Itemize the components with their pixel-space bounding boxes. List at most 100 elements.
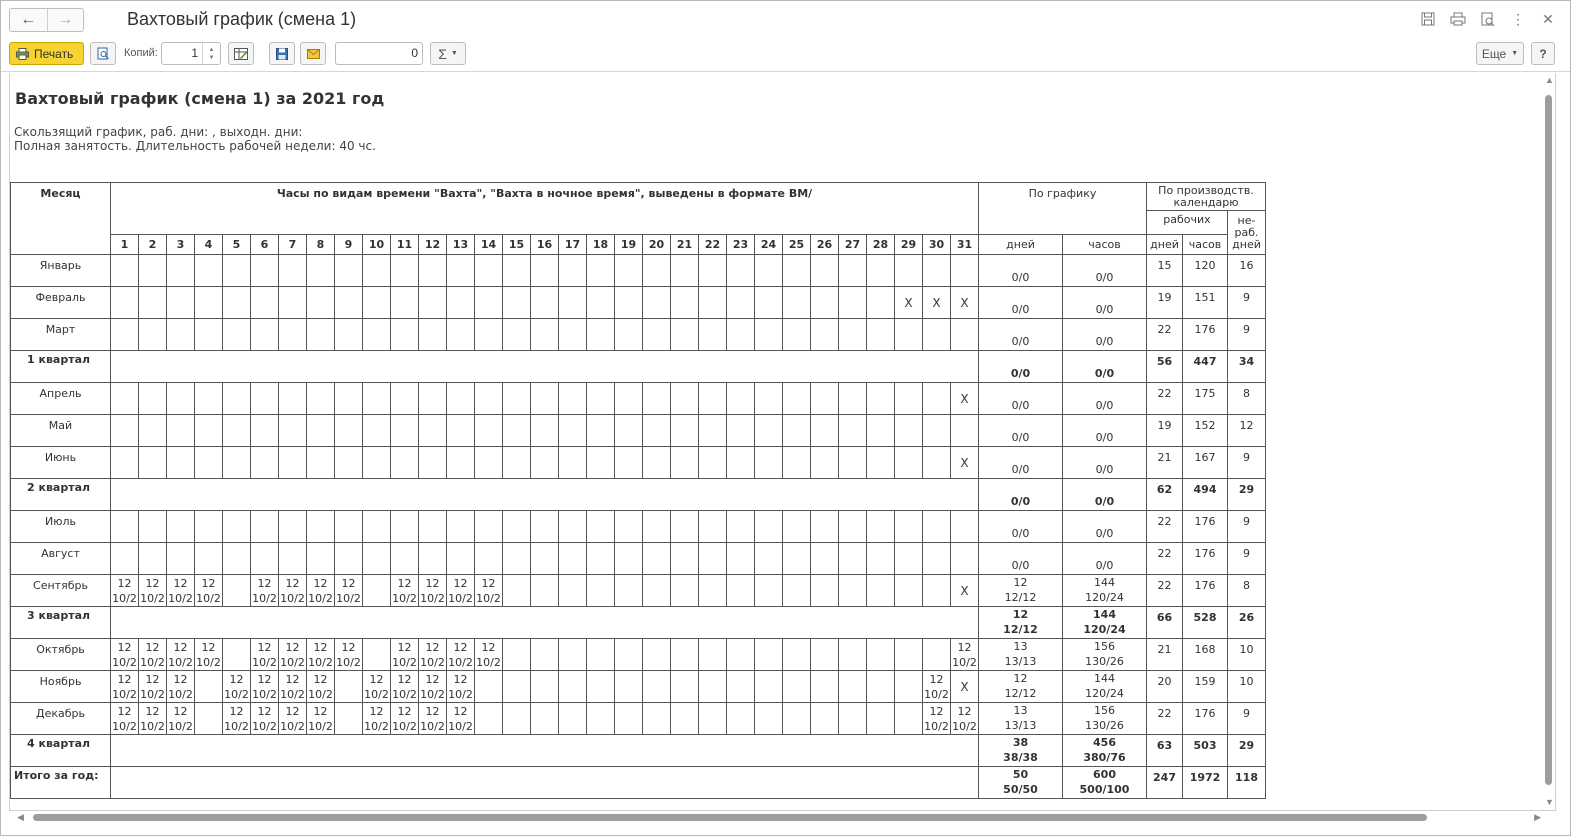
- scroll-left-icon[interactable]: ◀: [17, 812, 24, 823]
- preview-button[interactable]: [90, 42, 116, 65]
- day-cell: [362, 574, 391, 607]
- copies-input[interactable]: 1 ▲ ▼: [161, 42, 221, 65]
- save-button[interactable]: [269, 42, 295, 65]
- header-day-number: 29: [894, 234, 923, 255]
- stepper-up-icon[interactable]: ▲: [209, 46, 215, 54]
- day-cell: [390, 510, 419, 543]
- send-email-button[interactable]: [300, 42, 326, 65]
- calendar-days-cell: 19: [1146, 414, 1183, 447]
- day-cell: [222, 318, 251, 351]
- schedule-description: Скользящий график, раб. дни: , выходн. д…: [14, 125, 303, 139]
- day-cell: [138, 542, 167, 575]
- day-cell: [698, 670, 727, 703]
- day-cell: [306, 382, 335, 415]
- day-cell: 12 10/2: [334, 638, 363, 671]
- day-cell: [362, 542, 391, 575]
- copies-stepper[interactable]: ▲ ▼: [202, 43, 220, 64]
- day-cell: [838, 318, 867, 351]
- day-cell: [698, 318, 727, 351]
- sum-field[interactable]: 0: [335, 42, 423, 65]
- save-icon[interactable]: [1420, 10, 1436, 28]
- row-label: Апрель: [10, 382, 111, 415]
- day-cell: [194, 510, 223, 543]
- header-day-number: 11: [390, 234, 419, 255]
- vertical-scrollbar[interactable]: ▲ ▼: [1542, 73, 1556, 809]
- day-cell: [446, 446, 475, 479]
- day-cell: [726, 574, 755, 607]
- value-line: 12: [285, 640, 300, 654]
- day-cell: [782, 542, 811, 575]
- header-day-number: 17: [558, 234, 587, 255]
- day-cell: [642, 638, 671, 671]
- printer-icon[interactable]: [1450, 10, 1466, 28]
- row-label: Февраль: [10, 286, 111, 319]
- help-button[interactable]: ?: [1531, 42, 1555, 65]
- day-cell: [502, 254, 531, 287]
- scroll-right-icon[interactable]: ▶: [1534, 812, 1541, 823]
- day-cell: [194, 446, 223, 479]
- calendar-hours-cell: 152: [1182, 414, 1228, 447]
- schedule-hours-cell: 0/0: [1062, 318, 1147, 351]
- day-cell: [922, 446, 951, 479]
- horizontal-scroll-thumb[interactable]: [33, 814, 1427, 821]
- stepper-down-icon[interactable]: ▼: [209, 54, 215, 62]
- day-cell: [250, 254, 279, 287]
- day-cell: [670, 702, 699, 735]
- header-day-number: 6: [250, 234, 279, 255]
- day-cell: [278, 286, 307, 319]
- day-cell: [446, 382, 475, 415]
- preview-icon[interactable]: [1480, 10, 1496, 28]
- day-cell: [726, 702, 755, 735]
- schedule-days-cell: 13 13/13: [978, 702, 1063, 735]
- day-cell: [614, 638, 643, 671]
- day-cell: [922, 414, 951, 447]
- value-line: 38: [1012, 736, 1029, 749]
- sum-mode-button[interactable]: Σ ▼: [430, 42, 466, 65]
- vertical-scroll-thumb[interactable]: [1545, 95, 1552, 785]
- value-line: 10/2: [420, 687, 445, 701]
- schedule-days-cell: 12 12/12: [978, 574, 1063, 607]
- day-cell: [110, 286, 139, 319]
- print-label: Печать: [34, 46, 74, 61]
- scroll-up-icon[interactable]: ▲: [1545, 75, 1554, 85]
- report-window: ← → Вахтовый график (смена 1) ⋮ ✕ Печать…: [0, 0, 1571, 836]
- report-area[interactable]: Вахтовый график (смена 1) за 2021 год Ск…: [9, 73, 1556, 811]
- print-button[interactable]: Печать: [9, 42, 84, 65]
- close-icon[interactable]: ✕: [1540, 10, 1556, 28]
- header-day-number: 15: [502, 234, 531, 255]
- day-cell: [278, 254, 307, 287]
- day-cell: [642, 254, 671, 287]
- day-cell: [670, 574, 699, 607]
- schedule-days-cell: 12 12/12: [978, 606, 1063, 639]
- back-button[interactable]: ←: [10, 9, 47, 31]
- value-line: 10/2: [448, 655, 473, 669]
- nonwork-days-cell: 10: [1227, 638, 1266, 671]
- row-label: Март: [10, 318, 111, 351]
- value-line: 12: [201, 576, 216, 590]
- value-line: 120/24: [1085, 687, 1124, 700]
- day-cell: [502, 510, 531, 543]
- day-cell: [222, 286, 251, 319]
- day-cell: [250, 510, 279, 543]
- day-cell: [614, 510, 643, 543]
- day-cell: [110, 382, 139, 415]
- horizontal-scrollbar[interactable]: ◀ ▶: [9, 811, 1549, 825]
- day-cell: 12 10/2: [950, 702, 979, 735]
- more-button[interactable]: Еще ▼: [1476, 42, 1524, 65]
- help-label: ?: [1539, 46, 1547, 61]
- day-cell: [866, 510, 895, 543]
- calendar-hours-cell: 159: [1182, 670, 1228, 703]
- value-line: 12: [425, 672, 440, 686]
- day-cell: [558, 510, 587, 543]
- nonwork-days-cell: 12: [1227, 414, 1266, 447]
- forward-button[interactable]: →: [46, 9, 84, 31]
- day-cell: 12 10/2: [390, 702, 419, 735]
- day-cell: [558, 446, 587, 479]
- day-cell: [810, 510, 839, 543]
- row-label: 1 квартал: [10, 350, 111, 383]
- edit-mode-button[interactable]: [228, 42, 254, 65]
- day-cell: [502, 670, 531, 703]
- more-vertical-icon[interactable]: ⋮: [1510, 10, 1526, 28]
- day-cell: [754, 446, 783, 479]
- scroll-down-icon[interactable]: ▼: [1545, 797, 1554, 807]
